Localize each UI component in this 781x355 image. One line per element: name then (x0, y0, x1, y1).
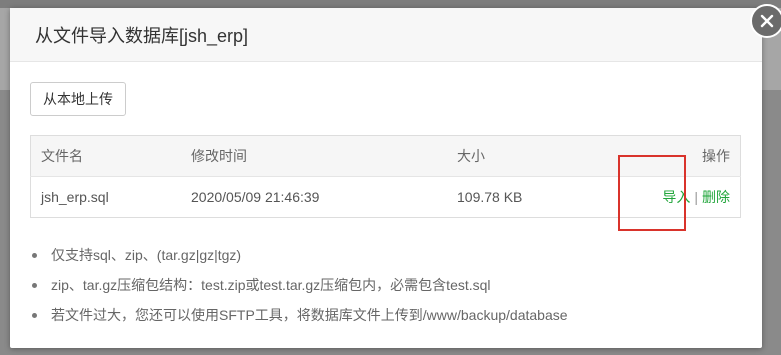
cell-mtime: 2020/05/09 21:46:39 (191, 189, 320, 205)
close-icon (760, 14, 774, 28)
header-mtime: 修改时间 (191, 148, 247, 164)
header-size: 大小 (457, 148, 485, 164)
note-text: 若文件过大，您还可以使用SFTP工具，将数据库文件上传到/www/backup/… (51, 307, 568, 323)
cell-operations: 导入 | 删除 (647, 177, 741, 218)
close-button[interactable] (750, 4, 781, 38)
dialog-title: 从文件导入数据库[jsh_erp] (10, 8, 762, 62)
bullet-icon (32, 253, 37, 258)
file-table: 文件名 修改时间 大小 操作 jsh_erp.sql 2020/05/09 21… (30, 135, 741, 218)
note-text: zip、tar.gz压缩包结构：test.zip或test.tar.gz压缩包内… (51, 277, 491, 293)
note-text: 仅支持sql、zip、(tar.gz|gz|tgz) (51, 247, 242, 263)
notes-list: 仅支持sql、zip、(tar.gz|gz|tgz) zip、tar.gz压缩包… (30, 244, 568, 334)
bullet-icon (32, 283, 37, 288)
cell-size: 109.78 KB (457, 189, 523, 205)
import-dialog: 从文件导入数据库[jsh_erp] 从本地上传 文件名 修改时间 大小 操作 j… (10, 4, 781, 348)
upload-local-button[interactable]: 从本地上传 (30, 82, 126, 116)
bullet-icon (32, 313, 37, 318)
list-item: 若文件过大，您还可以使用SFTP工具，将数据库文件上传到/www/backup/… (30, 304, 568, 334)
cell-filename: jsh_erp.sql (41, 189, 109, 205)
list-item: zip、tar.gz压缩包结构：test.zip或test.tar.gz压缩包内… (30, 274, 568, 304)
table-row: jsh_erp.sql 2020/05/09 21:46:39 109.78 K… (31, 177, 741, 218)
header-filename: 文件名 (41, 148, 83, 164)
import-link[interactable]: 导入 (662, 189, 690, 205)
table-header-row: 文件名 修改时间 大小 操作 (30, 135, 741, 177)
list-item: 仅支持sql、zip、(tar.gz|gz|tgz) (30, 244, 568, 274)
operation-separator: | (694, 189, 698, 205)
delete-link[interactable]: 删除 (702, 189, 730, 205)
header-operations: 操作 (702, 148, 730, 164)
